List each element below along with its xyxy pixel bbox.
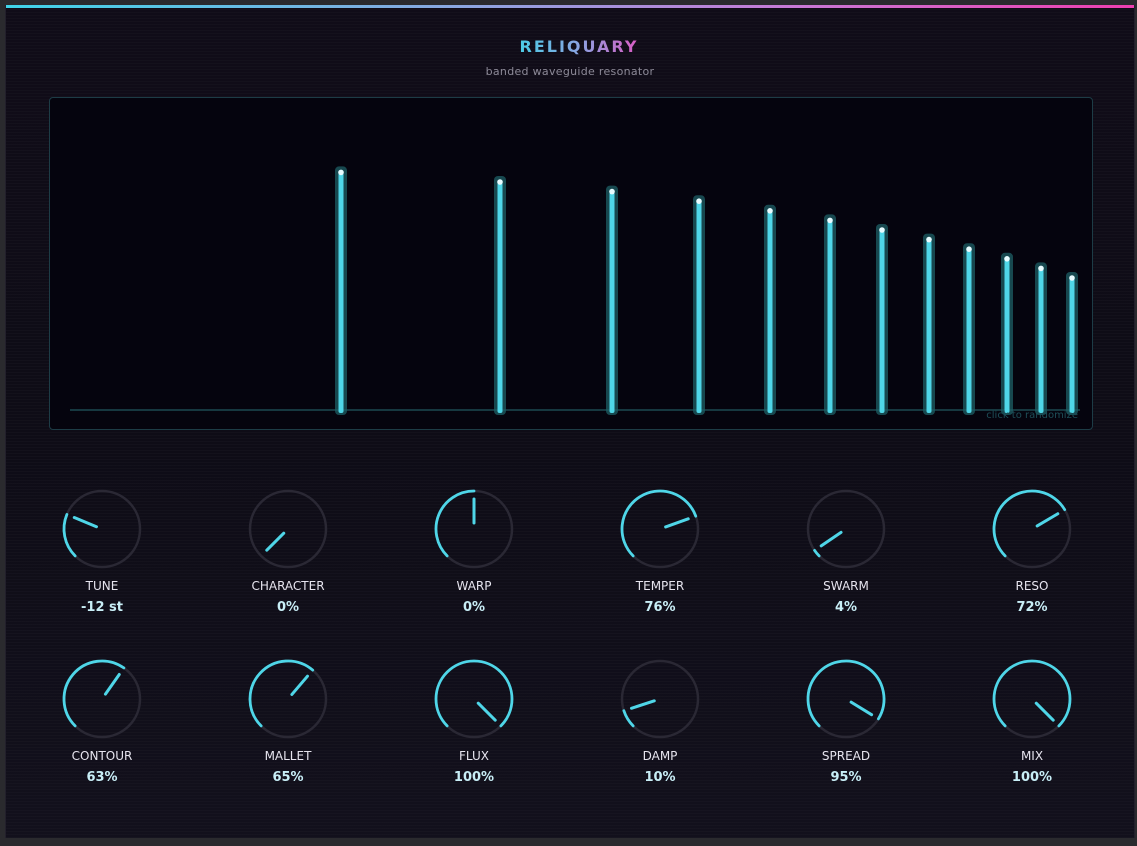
contour-value: 63% (86, 770, 118, 785)
randomize-hint: click to randomize (986, 410, 1078, 421)
knob-flux: FLUX 100% (414, 657, 534, 785)
mode-bar-handle (609, 188, 615, 195)
knob-temper: TEMPER 76% (600, 487, 720, 615)
knob-indicator (819, 530, 843, 548)
flux-label: FLUX (459, 749, 489, 763)
swarm-knob-dial[interactable] (804, 487, 888, 571)
mode-bar[interactable] (764, 204, 776, 415)
knob-indicator (849, 700, 874, 717)
mode-bar[interactable] (923, 233, 935, 415)
resonator-display[interactable]: click to randomize (49, 97, 1093, 430)
mode-bar[interactable] (876, 224, 888, 415)
accent-bar (6, 5, 1134, 8)
mix-knob-dial[interactable] (990, 657, 1074, 741)
reso-value: 72% (1016, 600, 1048, 615)
knob-indicator (72, 516, 98, 529)
character-value: 0% (276, 600, 300, 615)
knob-swarm: SWARM 4% (786, 487, 906, 615)
mode-bar[interactable] (606, 185, 618, 415)
warp-knob-dial[interactable] (432, 487, 516, 571)
knob-warp: WARP 0% (414, 487, 534, 615)
mode-bar[interactable] (1035, 262, 1047, 415)
knob-indicator (103, 672, 121, 696)
mode-bar[interactable] (1066, 272, 1078, 415)
warp-label: WARP (456, 579, 492, 593)
mode-bar-handle (926, 236, 932, 243)
knob-reso: RESO 72% (972, 487, 1092, 615)
mix-value: 100% (1011, 770, 1053, 785)
mode-bar[interactable] (1001, 252, 1013, 415)
swarm-value: 4% (834, 600, 858, 615)
knob-indicator (1035, 512, 1060, 528)
knob-indicator (1034, 701, 1055, 722)
damp-label: DAMP (642, 749, 678, 763)
reso-label: RESO (1015, 579, 1049, 593)
tune-knob-dial[interactable] (60, 487, 144, 571)
knob-indicator (476, 701, 497, 722)
mallet-value: 65% (272, 770, 304, 785)
tune-value: -12 st (81, 600, 123, 615)
mode-bar-handle (827, 217, 833, 224)
mallet-label: MALLET (264, 749, 312, 763)
mode-bar[interactable] (335, 166, 347, 415)
mode-bar-handle (338, 169, 344, 176)
mode-bar[interactable] (693, 195, 705, 415)
mode-bar[interactable] (824, 214, 836, 415)
contour-label: CONTOUR (71, 749, 133, 763)
mode-bar-handle (1038, 265, 1044, 272)
knob-character: CHARACTER 0% (228, 487, 348, 615)
plugin-window: RELIQUARY banded waveguide resonator cli… (5, 5, 1135, 838)
knob-mix: MIX 100% (972, 657, 1092, 785)
mode-bar[interactable] (963, 243, 975, 415)
tune-label: TUNE (85, 579, 119, 593)
spread-label: SPREAD (821, 749, 871, 763)
character-knob-dial[interactable] (246, 487, 330, 571)
mode-bar-handle (696, 198, 702, 204)
app-title: RELIQUARY (509, 37, 649, 56)
knob-mallet: MALLET 65% (228, 657, 348, 785)
flux-knob-dial[interactable] (432, 657, 516, 741)
knob-contour: CONTOUR 63% (42, 657, 162, 785)
mix-label: MIX (1020, 749, 1044, 763)
damp-value: 10% (644, 770, 676, 785)
temper-value: 76% (644, 600, 676, 615)
mode-bar-handle (966, 246, 972, 252)
temper-label: TEMPER (635, 579, 685, 593)
knob-indicator (290, 674, 309, 696)
flux-value: 100% (453, 770, 495, 785)
mode-bar-handle (1069, 275, 1075, 281)
reso-knob-dial[interactable] (990, 487, 1074, 571)
temper-knob-dial[interactable] (618, 487, 702, 571)
mode-bar-handle (497, 179, 503, 185)
mallet-knob-dial[interactable] (246, 657, 330, 741)
spread-knob-dial[interactable] (804, 657, 888, 741)
warp-value: 0% (462, 600, 486, 615)
mode-bar[interactable] (494, 176, 506, 415)
spread-value: 95% (830, 770, 862, 785)
mode-bar-handle (767, 208, 773, 214)
contour-knob-dial[interactable] (60, 657, 144, 741)
swarm-label: SWARM (823, 579, 869, 593)
knob-indicator (265, 531, 286, 552)
knob-indicator (664, 517, 690, 529)
mode-bars-graph (70, 166, 1080, 415)
knob-damp: DAMP 10% (600, 657, 720, 785)
knob-spread: SPREAD 95% (786, 657, 906, 785)
app-subtitle: banded waveguide resonator (485, 65, 655, 78)
damp-knob-dial[interactable] (618, 657, 702, 741)
knob-indicator (629, 699, 656, 710)
character-label: CHARACTER (251, 579, 325, 593)
knob-tune: TUNE -12 st (42, 487, 162, 615)
mode-bar-handle (879, 227, 885, 233)
mode-bar-handle (1004, 256, 1010, 262)
